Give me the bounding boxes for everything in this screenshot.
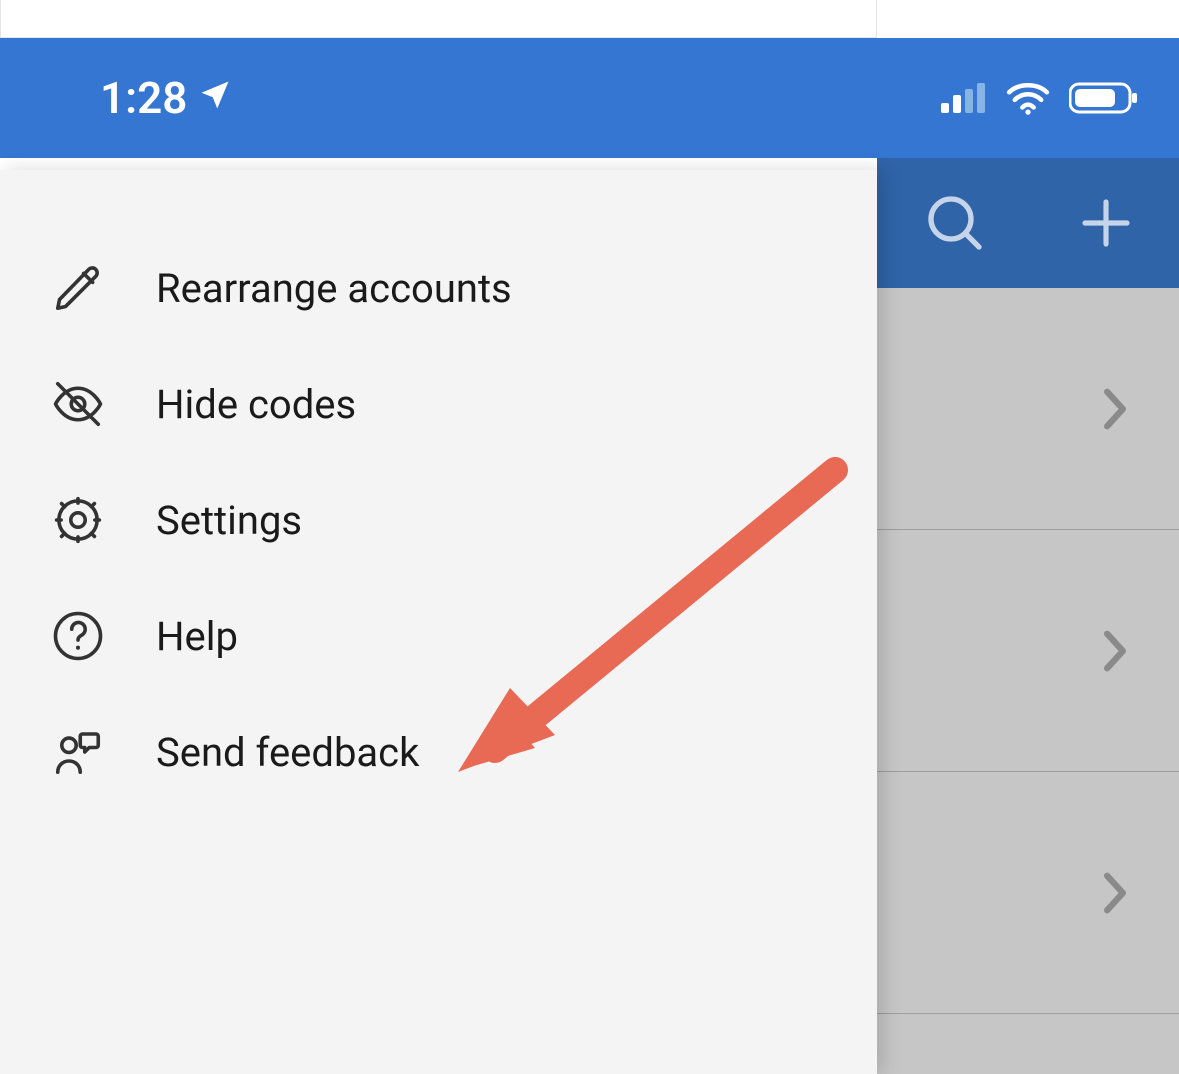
menu-item-send-feedback[interactable]: Send feedback [0,694,877,810]
side-menu-panel: Rearrange accounts Hide codes Settings [0,170,877,1074]
search-icon[interactable] [923,191,987,255]
list-item[interactable] [877,288,1179,530]
menu-item-label: Hide codes [156,381,356,428]
main-screen-header [877,158,1179,288]
location-arrow-icon [197,72,233,124]
window-top-strip [0,0,877,38]
chevron-right-icon [1101,629,1129,673]
status-bar: 1:28 [0,38,1179,158]
battery-icon [1069,81,1139,115]
status-bar-right [941,81,1139,115]
pencil-icon [50,260,106,316]
menu-item-label: Send feedback [156,729,419,776]
status-time: 1:28 [100,72,187,124]
help-circle-icon [50,608,106,664]
add-icon[interactable] [1078,195,1134,251]
menu-item-label: Rearrange accounts [156,265,512,312]
menu-item-settings[interactable]: Settings [0,462,877,578]
menu-item-label: Help [156,613,238,660]
list-item[interactable] [877,530,1179,772]
chevron-right-icon [1101,871,1129,915]
cellular-signal-icon [941,83,987,113]
menu-item-rearrange-accounts[interactable]: Rearrange accounts [0,230,877,346]
feedback-icon [50,724,106,780]
eye-off-icon [50,376,106,432]
list-item[interactable] [877,772,1179,1014]
list-item[interactable] [877,1014,1179,1074]
gear-icon [50,492,106,548]
menu-item-label: Settings [156,497,302,544]
status-bar-left: 1:28 [100,72,233,124]
background-account-list [877,288,1179,1074]
menu-item-hide-codes[interactable]: Hide codes [0,346,877,462]
menu-item-help[interactable]: Help [0,578,877,694]
wifi-icon [1005,81,1051,115]
chevron-right-icon [1101,387,1129,431]
